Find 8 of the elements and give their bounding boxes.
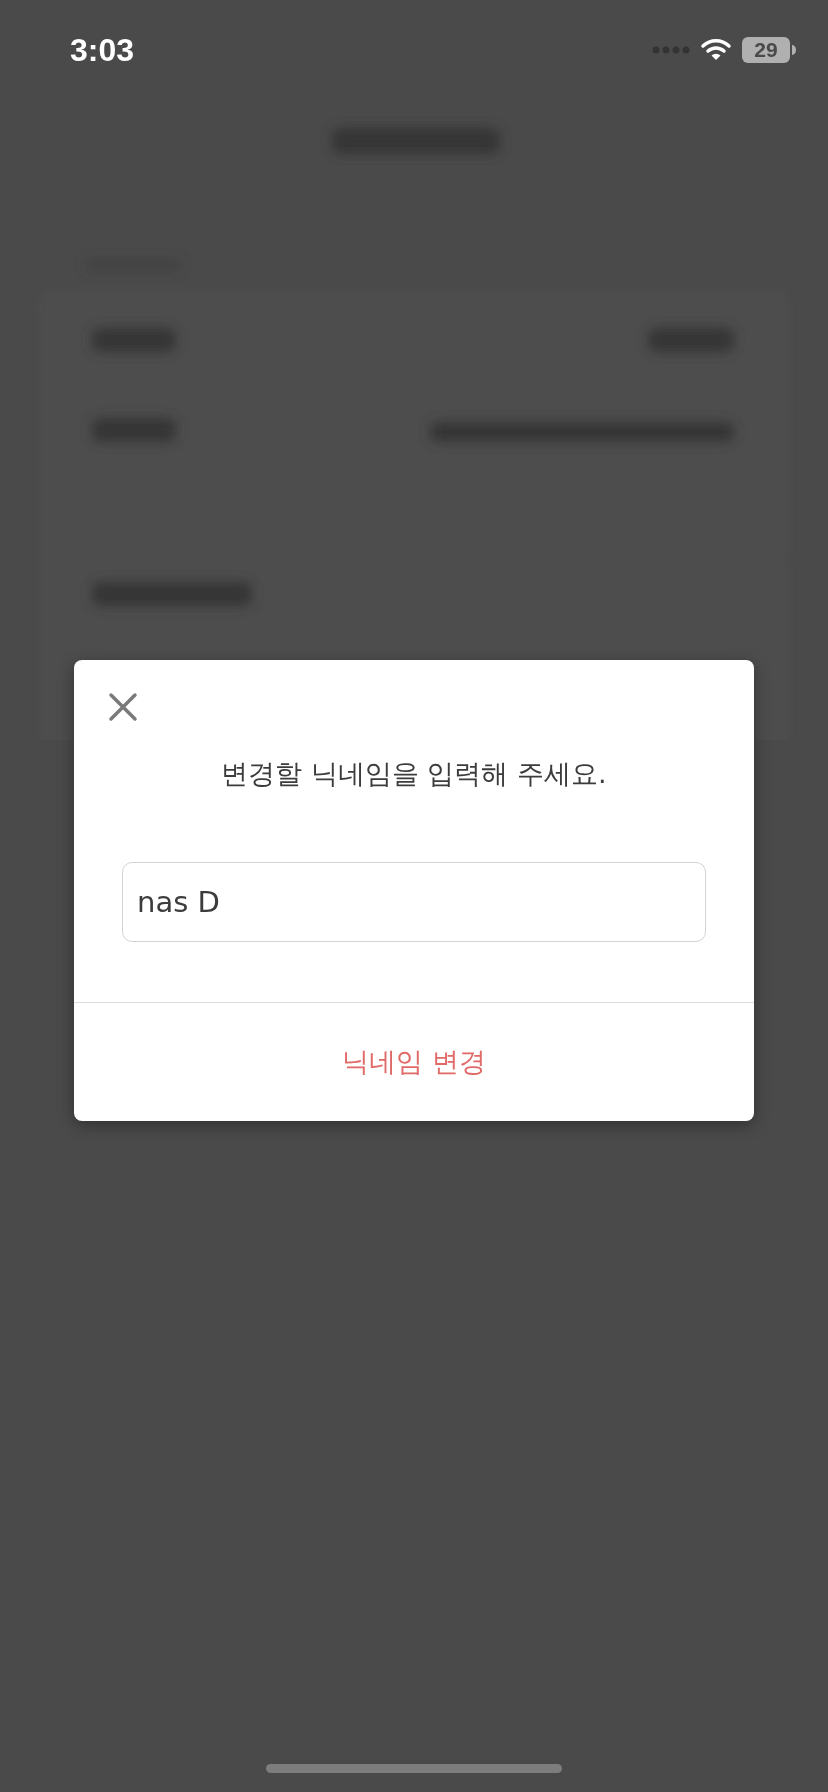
close-button[interactable] [108, 692, 138, 722]
wifi-icon [700, 38, 732, 62]
status-time: 3:03 [70, 31, 135, 69]
battery-tip-icon [792, 45, 796, 55]
nickname-input-field[interactable]: nas D [122, 862, 706, 942]
battery-level-text: 29 [754, 38, 778, 62]
dialog-message: 변경할 닉네임을 입력해 주세요. [220, 757, 608, 791]
close-icon [108, 692, 138, 722]
